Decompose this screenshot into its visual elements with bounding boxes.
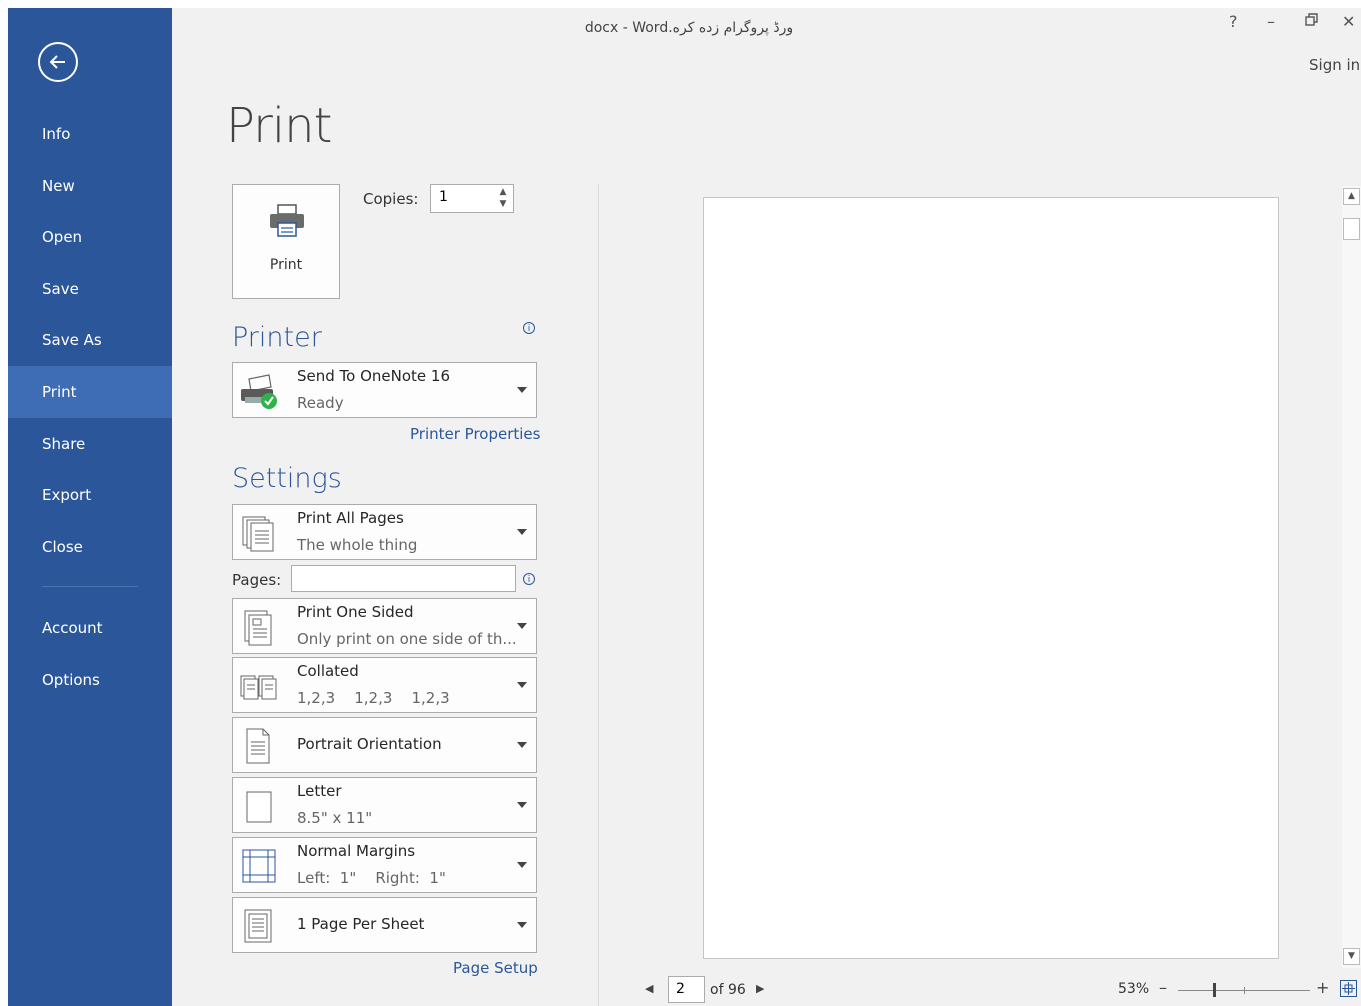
nav-share[interactable]: Share	[8, 418, 172, 470]
sides-subtitle: Only print on one side of th...	[297, 630, 517, 648]
sign-in-link[interactable]: Sign in	[1309, 56, 1360, 74]
paper-size-subtitle: 8.5" x 11"	[297, 809, 373, 827]
restore-button[interactable]	[1305, 12, 1319, 31]
printer-icon	[270, 204, 304, 237]
zoom-slider-tick	[1244, 987, 1245, 994]
sides-dropdown[interactable]: Print One Sided Only print on one side o…	[232, 598, 537, 654]
sides-title: Print One Sided	[297, 603, 414, 621]
scroll-up-icon[interactable]: ▲	[1343, 188, 1360, 205]
nav-account[interactable]: Account	[8, 602, 172, 654]
next-page-icon[interactable]: ▶	[756, 982, 764, 995]
paper-size-icon	[246, 791, 272, 823]
nav-close[interactable]: Close	[8, 521, 172, 573]
sidebar-divider	[42, 586, 138, 587]
pages-input[interactable]	[291, 565, 516, 592]
collation-subtitle: 1,2,3 1,2,3 1,2,3	[297, 689, 450, 707]
window-title: ورڈ پروگرام زده کره.docx - Word	[584, 20, 794, 36]
zoom-out-button[interactable]: –	[1159, 978, 1167, 997]
margins-title: Normal Margins	[297, 842, 416, 860]
copies-down-icon[interactable]: ▼	[497, 199, 509, 210]
collation-dropdown[interactable]: Collated 1,2,3 1,2,3 1,2,3	[232, 657, 537, 713]
margins-subtitle: Left: 1" Right: 1"	[297, 869, 446, 887]
chevron-down-icon	[517, 529, 527, 535]
margins-icon	[242, 849, 276, 883]
restore-icon	[1305, 13, 1318, 26]
back-arrow-icon	[49, 55, 65, 69]
print-range-title: Print All Pages	[297, 509, 404, 527]
chevron-down-icon	[517, 862, 527, 868]
copies-up-icon[interactable]: ▲	[497, 187, 509, 198]
pages-info-icon[interactable]: i	[523, 573, 535, 585]
printer-status: Ready	[297, 394, 344, 412]
print-button-label: Print	[269, 257, 303, 273]
chevron-down-icon	[517, 387, 527, 393]
page-number-input[interactable]	[674, 980, 708, 998]
pages-per-sheet-title: 1 Page Per Sheet	[297, 915, 425, 933]
window-frame-top	[0, 0, 1361, 8]
orientation-title: Portrait Orientation	[297, 735, 442, 753]
previous-page-icon[interactable]: ◀	[645, 982, 653, 995]
printer-ready-icon	[241, 374, 277, 409]
copies-input[interactable]	[437, 188, 491, 206]
nav-save-as[interactable]: Save As	[8, 314, 172, 366]
nav-export[interactable]: Export	[8, 469, 172, 521]
print-range-subtitle: The whole thing	[297, 536, 418, 554]
margins-dropdown[interactable]: Normal Margins Left: 1" Right: 1"	[232, 837, 537, 893]
minimize-button[interactable]: –	[1267, 12, 1275, 31]
printer-heading: Printer	[232, 322, 322, 353]
print-range-dropdown[interactable]: Print All Pages The whole thing	[232, 504, 537, 560]
printer-info-icon[interactable]: i	[523, 322, 535, 334]
page-title: Print	[226, 98, 332, 154]
printer-properties-link[interactable]: Printer Properties	[410, 425, 540, 443]
scroll-thumb[interactable]	[1343, 218, 1360, 240]
zoom-level[interactable]: 53%	[1118, 981, 1149, 997]
pages-per-sheet-dropdown[interactable]: 1 Page Per Sheet	[232, 897, 537, 953]
portrait-page-icon	[246, 728, 270, 764]
one-sided-icon	[244, 610, 272, 646]
page-number-box[interactable]	[668, 976, 708, 1003]
print-button[interactable]: Print	[232, 184, 340, 299]
nav-print[interactable]: Print	[8, 366, 172, 418]
window-frame-left	[0, 0, 8, 1006]
printer-dropdown[interactable]: Send To OneNote 16 Ready	[232, 362, 537, 418]
pages-label: Pages:	[232, 571, 282, 589]
page-count: of 96	[710, 982, 746, 998]
settings-heading: Settings	[232, 463, 342, 494]
nav-new[interactable]: New	[8, 160, 172, 212]
copies-label: Copies:	[363, 190, 419, 208]
backstage-sidebar: Info New Open Save Save As Print Share E…	[8, 8, 172, 1006]
pages-per-sheet-icon	[244, 909, 272, 943]
chevron-down-icon	[517, 623, 527, 629]
zoom-to-page-icon[interactable]	[1340, 980, 1357, 997]
print-preview-page	[703, 197, 1279, 959]
collated-icon	[240, 675, 277, 700]
collation-title: Collated	[297, 662, 359, 680]
nav-open[interactable]: Open	[8, 211, 172, 263]
fit-page-icon	[1342, 982, 1355, 995]
zoom-slider-thumb[interactable]	[1213, 983, 1216, 997]
scroll-down-icon[interactable]: ▼	[1343, 948, 1360, 965]
copies-stepper[interactable]: ▲ ▼	[430, 184, 514, 213]
nav-options[interactable]: Options	[8, 654, 172, 706]
chevron-down-icon	[517, 742, 527, 748]
chevron-down-icon	[517, 802, 527, 808]
pages-stack-icon	[242, 516, 274, 552]
zoom-in-button[interactable]: +	[1316, 978, 1329, 997]
page-setup-link[interactable]: Page Setup	[453, 959, 538, 977]
chevron-down-icon	[517, 922, 527, 928]
nav-info[interactable]: Info	[8, 108, 172, 160]
orientation-dropdown[interactable]: Portrait Orientation	[232, 717, 537, 773]
paper-size-dropdown[interactable]: Letter 8.5" x 11"	[232, 777, 537, 833]
chevron-down-icon	[517, 682, 527, 688]
back-button[interactable]	[38, 42, 78, 82]
close-window-button[interactable]: ✕	[1342, 12, 1355, 31]
nav-save[interactable]: Save	[8, 263, 172, 315]
panel-divider	[598, 184, 599, 1006]
help-button[interactable]: ?	[1229, 12, 1238, 31]
paper-size-title: Letter	[297, 782, 342, 800]
printer-name: Send To OneNote 16	[297, 367, 451, 385]
preview-scrollbar[interactable]: ▲ ▼	[1342, 186, 1361, 968]
